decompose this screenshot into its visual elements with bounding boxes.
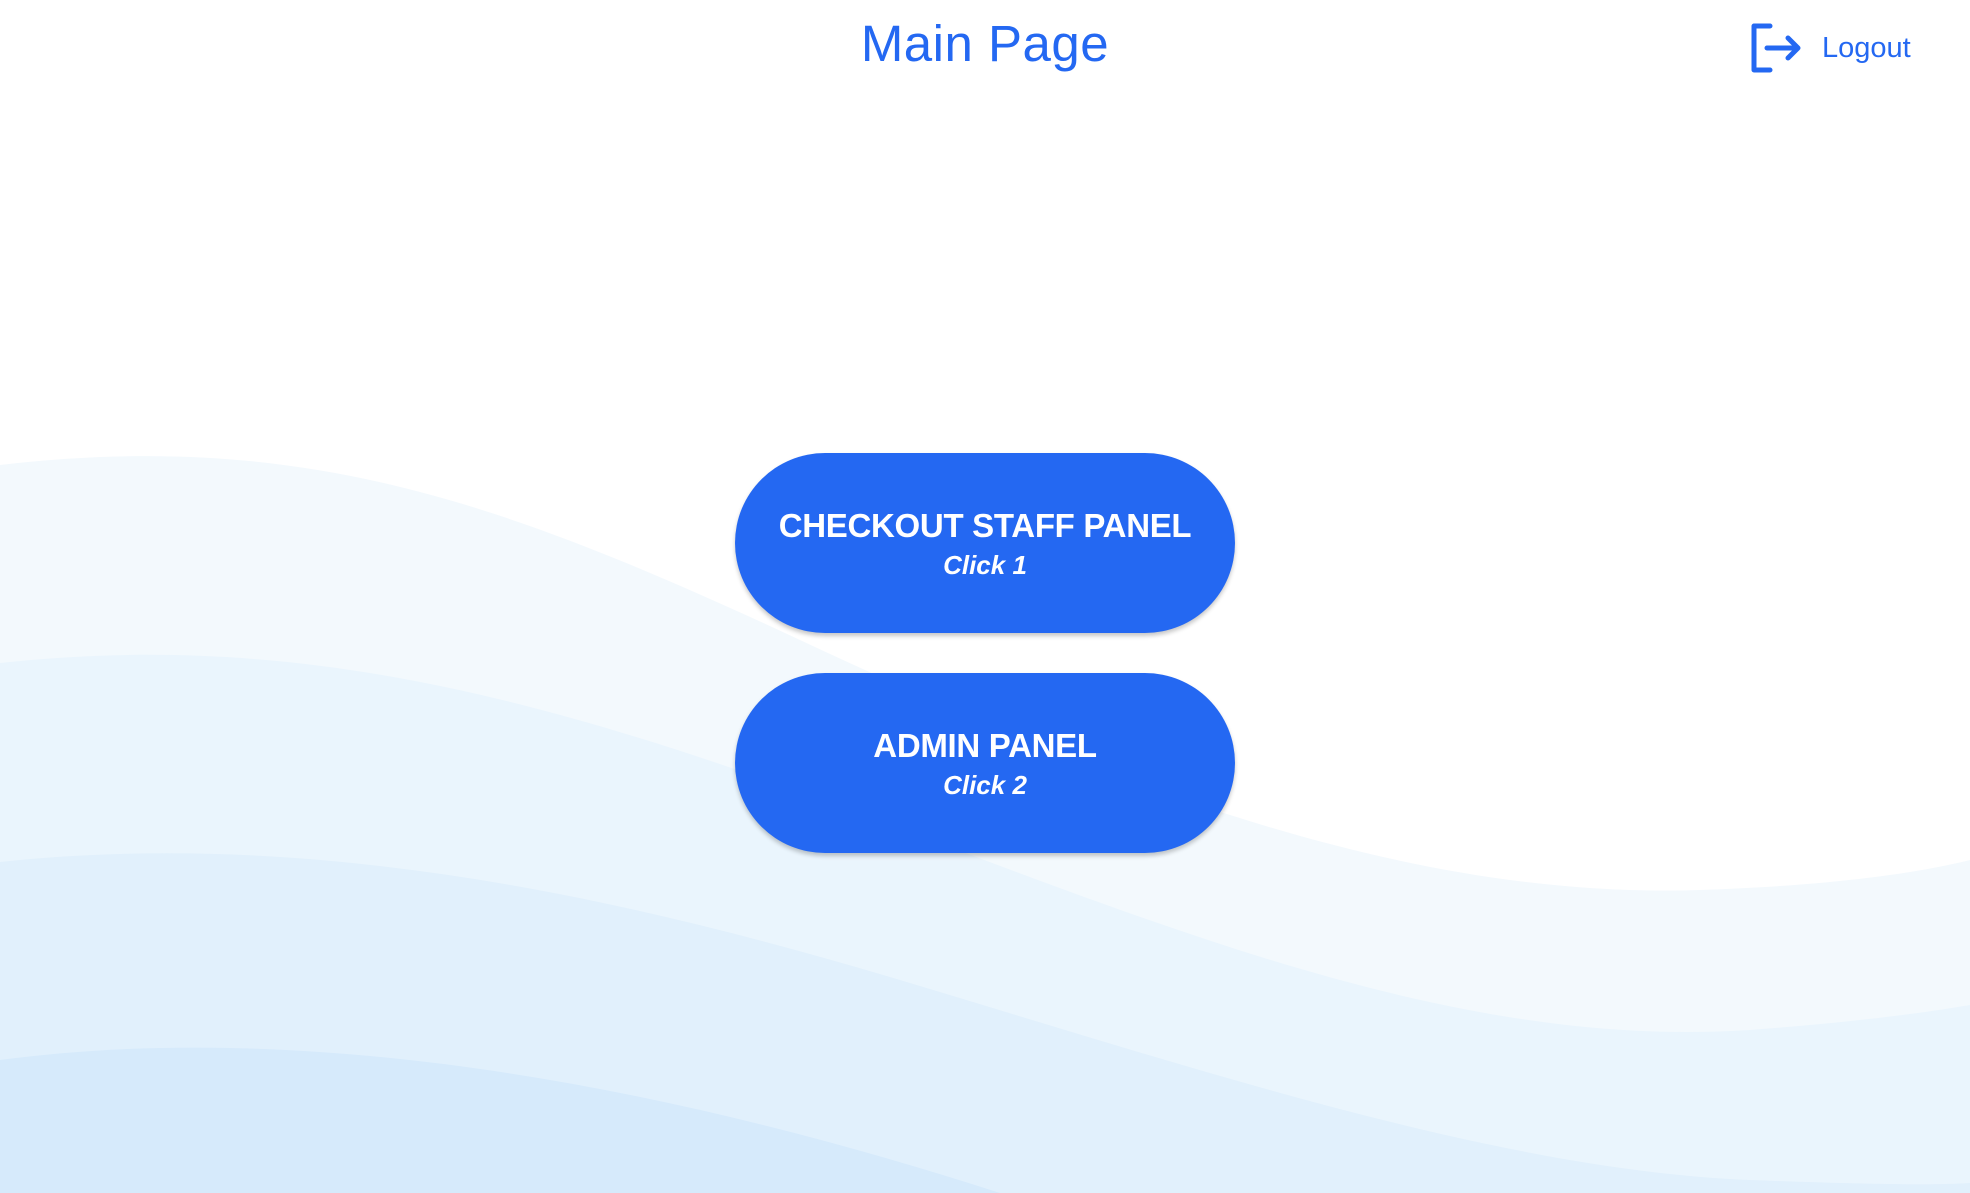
logout-icon — [1751, 23, 1801, 73]
admin-panel-subtitle: Click 2 — [943, 770, 1027, 800]
admin-panel-title: ADMIN PANEL — [873, 727, 1097, 764]
main-page: Main Page Logout CHECKOUT STAFF PANEL Cl… — [0, 0, 1970, 1193]
logout-label: Logout — [1822, 31, 1911, 64]
checkout-staff-panel-subtitle: Click 1 — [943, 550, 1027, 580]
logout-button[interactable]: Logout — [1748, 22, 1911, 74]
checkout-staff-panel-button[interactable]: CHECKOUT STAFF PANEL Click 1 — [735, 453, 1235, 633]
page-title: Main Page — [860, 15, 1110, 72]
checkout-staff-panel-title: CHECKOUT STAFF PANEL — [778, 507, 1192, 544]
admin-panel-button[interactable]: ADMIN PANEL Click 2 — [735, 673, 1235, 853]
